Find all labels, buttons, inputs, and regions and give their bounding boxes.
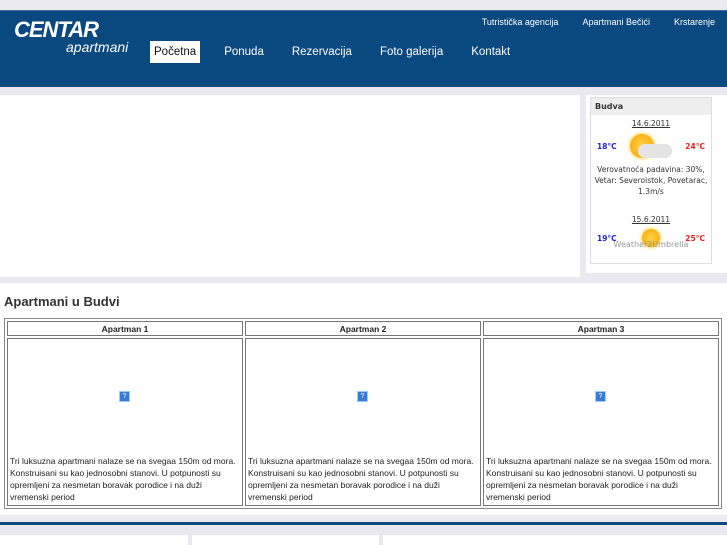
apartment-cell: ? Tri luksuzna apartmani nalaze se na sve… (483, 338, 719, 506)
footer-box (192, 535, 379, 545)
banner-area (0, 95, 580, 277)
apartment-cell: ? Tri luksuzna apartmani nalaze se na sve… (245, 338, 481, 506)
top-links: Tutristička agencija Apartmani Bečići Kr… (482, 17, 715, 27)
footer-divider (0, 522, 727, 525)
weather-date: 14.6.2011 (631, 119, 671, 128)
apartment-cell: ? Tri luksuzna apartmani nalaze se na sve… (7, 338, 243, 506)
apartment-desc: Tri luksuzna apartmani nalaze se na sveg… (486, 456, 712, 502)
weather-city: Budva (591, 98, 711, 115)
main-nav: Početna Ponuda Rezervacija Foto galerija… (150, 41, 534, 63)
apartment-desc: Tri luksuzna apartmani nalaze se na sveg… (248, 456, 474, 502)
link-turisticka-agencija[interactable]: Tutristička agencija (482, 17, 559, 27)
sun-cloud-icon (630, 134, 672, 158)
temp-low: 18°C (597, 141, 617, 151)
nav-kontakt[interactable]: Kontakt (467, 41, 514, 63)
apartment-header: Apartman 1 (7, 321, 243, 336)
header: CENTAR apartmani Tutristička agencija Apa… (0, 10, 727, 87)
nav-foto-galerija[interactable]: Foto galerija (376, 41, 447, 63)
nav-rezervacija[interactable]: Rezervacija (288, 41, 356, 63)
footer-box (383, 535, 727, 545)
nav-pocetna[interactable]: Početna (150, 41, 201, 63)
apartment-header: Apartman 2 (245, 321, 481, 336)
weather-desc: Verovatnoća padavina: 30%, Vetar: Severo… (594, 165, 708, 196)
weather-date: 15.6.2011 (631, 215, 671, 224)
weather-widget: Budva 14.6.2011 18°C 24°C Verovatnoća pa… (590, 97, 712, 264)
section-title: Apartmani u Budvi (4, 294, 120, 309)
logo[interactable]: CENTAR apartmani (14, 17, 128, 55)
link-apartmani-becici[interactable]: Apartmani Bečići (582, 17, 650, 27)
apartment-desc: Tri luksuzna apartmani nalaze se na sveg… (10, 456, 236, 502)
broken-image-icon[interactable]: ? (119, 391, 130, 402)
apartment-header: Apartman 3 (483, 321, 719, 336)
broken-image-icon[interactable]: ? (595, 391, 606, 402)
temp-high: 24°C (685, 141, 705, 151)
apartments-table: Apartman 1 Apartman 2 Apartman 3 ? Tri lu… (4, 318, 722, 509)
broken-image-icon[interactable]: ? (357, 391, 368, 402)
link-krstarenje[interactable]: Krstarenje (674, 17, 715, 27)
footer-box (0, 535, 188, 545)
nav-ponuda[interactable]: Ponuda (220, 41, 268, 63)
